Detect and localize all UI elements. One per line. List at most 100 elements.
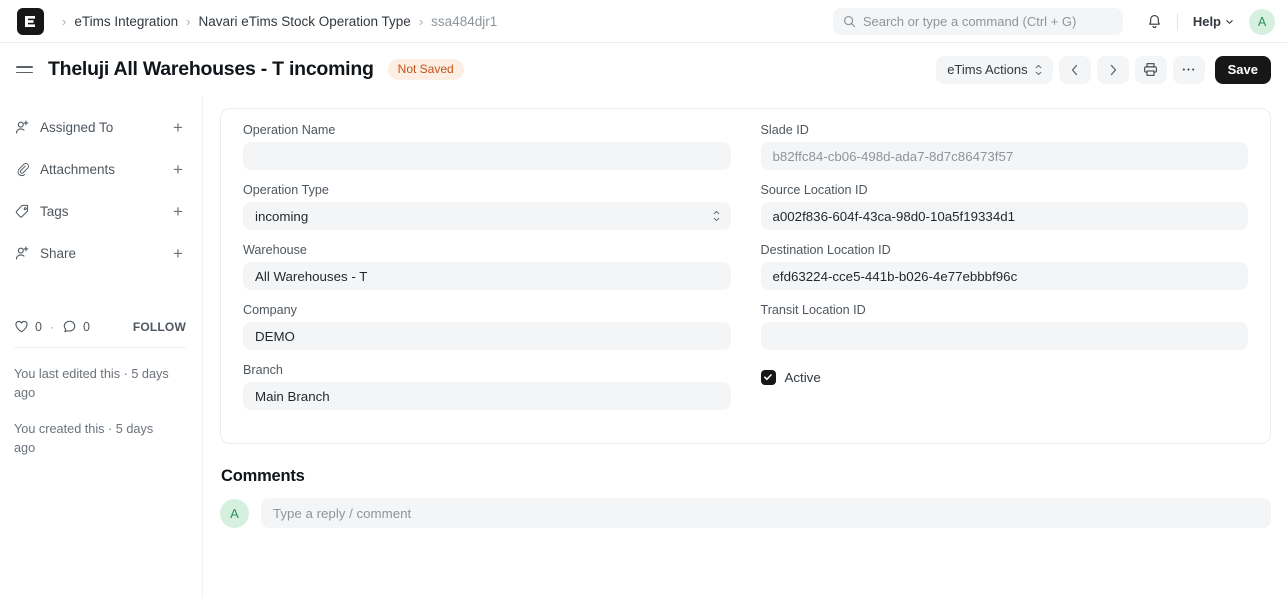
field-label: Slade ID [760,123,809,137]
active-checkbox-row[interactable]: Active [760,363,1249,391]
document-sidebar: Assigned To + Attachments + Tags + Share… [0,96,203,598]
comment-input[interactable] [261,498,1271,528]
breadcrumb-item-0[interactable]: eTims Integration [74,14,178,29]
heart-icon[interactable] [14,319,29,334]
form-column-right: Slade ID b82ffc84-cb06-498d-ada7-8d7c864… [760,123,1249,423]
field-label: Operation Name [243,123,336,137]
user-plus-icon [15,120,29,134]
next-document-button[interactable] [1096,55,1129,84]
bell-icon [1149,14,1161,28]
field-label: Branch [243,363,283,377]
check-icon [764,374,772,381]
main-content: Operation Name Operation Type incoming W… [203,96,1287,598]
breadcrumb-separator: › [62,13,67,29]
field-label: Destination Location ID [760,243,891,257]
field-source-location-id: Source Location ID a002f836-604f-43ca-98… [760,183,1248,230]
add-attachment-icon[interactable]: + [170,161,186,178]
etims-actions-dropdown[interactable]: eTims Actions [936,55,1053,84]
sidebar-item-label: Tags [40,203,69,219]
comment-compose-row: A [220,498,1271,528]
field-slade-id: Slade ID b82ffc84-cb06-498d-ada7-8d7c864… [760,123,1248,170]
sidebar-item-assigned-to[interactable]: Assigned To + [14,106,186,148]
sidebar-item-tags[interactable]: Tags + [14,190,186,232]
operation-type-select[interactable]: incoming [243,202,731,230]
paperclip-icon [17,162,29,176]
sidebar-item-attachments[interactable]: Attachments + [14,148,186,190]
warehouse-input[interactable]: All Warehouses - T [243,262,731,290]
created-meta: You created this · 5 days ago [14,422,154,455]
global-search[interactable] [832,8,1123,35]
field-warehouse: Warehouse All Warehouses - T [243,243,731,290]
field-label: Company [243,303,297,317]
social-separator: · [49,319,54,334]
app-logo-icon[interactable] [17,7,44,35]
destination-location-id-input[interactable]: efd63224-cce5-441b-b026-4e77ebbbf96c [760,262,1248,290]
save-button[interactable]: Save [1214,55,1271,84]
page-header: Theluji All Warehouses - T incoming Not … [0,43,1287,96]
top-navbar: › eTims Integration › Navari eTims Stock… [0,0,1287,43]
active-label: Active [784,369,821,385]
printer-icon [1144,63,1157,76]
breadcrumb: › eTims Integration › Navari eTims Stock… [54,14,497,29]
branch-input[interactable]: Main Branch [243,382,731,410]
previous-document-button[interactable] [1058,55,1091,84]
form-card: Operation Name Operation Type incoming W… [220,108,1271,444]
field-operation-type: Operation Type incoming [243,183,731,230]
sidebar-item-label: Attachments [40,161,116,177]
add-tag-icon[interactable]: + [170,203,186,220]
print-button[interactable] [1134,55,1167,84]
last-edited-meta: You last edited this · 5 days ago [14,367,169,400]
document-social-row: 0 · 0 FOLLOW [14,319,186,348]
comment-count: 0 [82,319,90,334]
add-share-icon[interactable]: + [170,245,186,262]
breadcrumb-separator: › [186,13,191,29]
comment-icon[interactable] [62,319,77,334]
field-label: Transit Location ID [760,303,866,317]
field-label: Warehouse [243,243,307,257]
chevron-down-icon [1226,20,1233,24]
company-input[interactable]: DEMO [243,322,731,350]
field-destination-location-id: Destination Location ID efd63224-cce5-44… [760,243,1248,290]
user-avatar[interactable]: A [1249,8,1275,35]
updown-arrows-icon [713,211,720,221]
breadcrumb-item-current[interactable]: ssa484djr1 [431,14,497,29]
page-body: Assigned To + Attachments + Tags + Share… [0,96,1287,598]
chevron-left-icon [1071,64,1077,75]
comment-avatar: A [220,498,249,528]
tag-icon [15,204,29,218]
sidebar-item-label: Assigned To [40,119,114,135]
operation-type-value: incoming [255,208,309,224]
source-location-id-input[interactable]: a002f836-604f-43ca-98d0-10a5f19334d1 [760,202,1248,230]
field-label: Operation Type [243,183,329,197]
breadcrumb-item-1[interactable]: Navari eTims Stock Operation Type [198,14,410,29]
status-badge: Not Saved [387,59,464,80]
page-header-actions: eTims Actions Save [936,43,1271,96]
transit-location-id-input[interactable] [760,322,1248,350]
sidebar-toggle-icon[interactable] [16,60,36,80]
like-count: 0 [35,319,42,334]
user-plus-icon [15,246,29,260]
active-checkbox[interactable] [760,369,776,385]
help-menu-button[interactable]: Help [1188,10,1239,33]
comments-heading: Comments [221,467,305,485]
field-branch: Branch Main Branch [243,363,731,410]
field-operation-name: Operation Name [243,123,731,170]
field-company: Company DEMO [243,303,731,350]
breadcrumb-separator: › [418,13,424,29]
notifications-button[interactable] [1141,8,1169,36]
more-options-button[interactable] [1172,55,1205,84]
navbar-right-group: Help A [832,0,1275,43]
slade-id-input[interactable]: b82ffc84-cb06-498d-ada7-8d7c86473f57 [760,142,1248,170]
follow-button[interactable]: FOLLOW [133,320,186,334]
field-label: Source Location ID [760,183,868,197]
page-title: Theluji All Warehouses - T incoming [48,58,374,80]
operation-name-input[interactable] [243,142,731,170]
search-icon [843,15,855,28]
sidebar-item-share[interactable]: Share + [14,232,186,274]
add-assigned-to-icon[interactable]: + [170,119,186,136]
ellipsis-icon [1182,68,1195,71]
help-label: Help [1192,14,1221,29]
etims-actions-label: eTims Actions [947,62,1028,77]
search-input[interactable] [862,14,1113,29]
field-transit-location-id: Transit Location ID [760,303,1248,350]
